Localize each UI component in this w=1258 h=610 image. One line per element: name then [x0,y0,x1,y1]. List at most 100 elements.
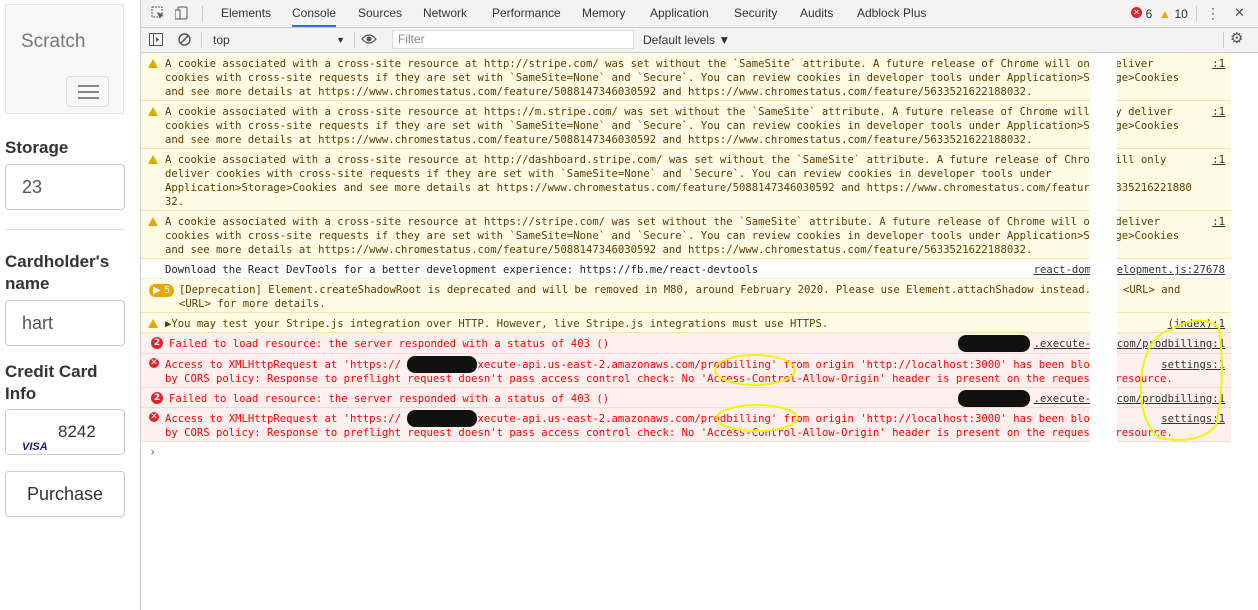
console-toolbar: top ▼ Filter Default levels ▼ ⚙ [141,28,1258,53]
redaction-mark [958,390,1030,407]
message-text: Download the React DevTools for a better… [165,264,759,276]
message-text: and see more details at https://www.chro… [165,134,1033,146]
toolbar-separator [1223,32,1224,48]
device-toolbar-icon[interactable] [174,6,189,23]
console-warning: A cookie associated with a cross-site re… [141,149,1231,211]
dropdown-arrow-icon: ▼ [336,35,345,45]
message-text: <URL> for more details. [179,298,326,310]
page-scrollbar[interactable] [1090,53,1117,610]
message-text: A cookie associated with a cross-site re… [165,216,1160,228]
message-text: cookies with cross-site requests if they… [165,72,1180,84]
context-selector[interactable]: top ▼ [205,28,345,52]
tab-audits[interactable]: Audits [800,0,833,27]
source-link[interactable]: settings:1 [1161,358,1225,372]
purchase-button[interactable]: Purchase [5,471,125,517]
source-link[interactable]: :1 [1212,215,1225,229]
divider [5,229,125,230]
card-number[interactable]: 8242 [58,410,96,454]
warning-icon: ▲ [1158,7,1171,21]
redaction-mark [407,410,477,427]
message-text[interactable]: ▶You may test your Stripe.js integration… [165,317,828,331]
tab-adblock-plus[interactable]: Adblock Plus [857,0,926,27]
source-link[interactable]: :1 [1212,57,1225,71]
context-value: top [213,33,230,47]
tab-application[interactable]: Application [650,0,709,27]
message-text: and see more details at https://www.chro… [165,244,1033,256]
console-warning: A cookie associated with a cross-site re… [141,101,1231,149]
app-panel: Scratch Storage 23 Cardholder's name har… [0,0,141,610]
message-text: Failed to load resource: the server resp… [169,338,610,350]
console-error: 2 Failed to load resource: the server re… [141,333,1231,354]
console-messages[interactable]: A cookie associated with a cross-site re… [141,53,1231,610]
console-warning: ▶You may test your Stripe.js integration… [141,313,1231,333]
tab-elements[interactable]: Elements [221,0,271,27]
error-counter[interactable]: ✕ 6 ▲ 10 [1131,7,1188,21]
console-warning: A cookie associated with a cross-site re… [141,53,1231,101]
toolbar-separator [201,32,202,48]
filter-input[interactable]: Filter [392,30,634,49]
storage-label: Storage [5,138,69,157]
console-error: 2 Failed to load resource: the server re… [141,388,1231,408]
console-error: ✕ Access to XMLHttpRequest at 'https:// … [141,408,1231,442]
repeat-count: 5 [163,285,171,296]
close-devtools-icon[interactable]: ✕ [1234,6,1245,20]
message-text: Access to XMLHttpRequest at 'https:// .e… [165,413,1116,425]
tab-performance[interactable]: Performance [492,0,561,27]
message-text: 32. [165,196,185,208]
console-warning: A cookie associated with a cross-site re… [141,211,1231,259]
hamburger-bar [78,97,99,99]
message-text: cookies with cross-site requests if they… [165,230,1180,242]
message-text: Access to XMLHttpRequest at 'https:// .e… [165,359,1116,371]
console-info: Download the React DevTools for a better… [141,259,1231,279]
gear-icon[interactable]: ⚙ [1230,31,1243,46]
warning-icon [148,217,158,226]
tab-sources[interactable]: Sources [358,0,402,27]
source-link[interactable]: .execute-a…s.com/prodbilling:1 [1034,337,1225,351]
repeat-count-badge: ▶ 5 [149,284,175,297]
menu-toggle-button[interactable] [66,76,109,107]
warning-count: 10 [1174,7,1188,21]
message-text: Application>Storage>Cookies and see more… [165,182,1192,194]
source-link[interactable]: (index):1 [1168,317,1225,331]
source-link[interactable]: .execute-a…s.com/prodbilling:1 [1034,392,1225,406]
source-link[interactable]: react-dom.development.js:27678 [1034,263,1225,277]
credit-card-label: Credit Card Info [5,362,98,403]
inspect-element-icon[interactable] [151,6,165,23]
card-element[interactable]: VISA 8242 [5,409,125,455]
message-text: A cookie associated with a cross-site re… [165,58,1154,70]
message-text: [Deprecation] Element.createShadowRoot i… [179,284,1181,296]
cardholder-input[interactable]: hart [5,300,125,346]
message-text: by CORS policy: Response to preflight re… [165,373,1173,385]
hamburger-bar [78,91,99,93]
message-text: A cookie associated with a cross-site re… [165,154,1167,166]
warning-icon [148,155,158,164]
toolbar-separator [1196,6,1197,22]
redaction-mark [958,335,1030,352]
visa-icon: VISA [22,441,48,453]
log-levels-dropdown[interactable]: Default levels ▼ [643,28,730,52]
source-link[interactable]: :1 [1212,105,1225,119]
eye-icon[interactable] [361,33,377,48]
storage-input[interactable]: 23 [5,164,125,210]
console-prompt[interactable]: › [149,445,156,459]
more-options-icon[interactable]: ⋮ [1206,6,1220,20]
console-error: ✕ Access to XMLHttpRequest at 'https:// … [141,354,1231,388]
tab-console[interactable]: Console [292,0,337,27]
redaction-mark [407,356,477,373]
tab-memory[interactable]: Memory [582,0,625,27]
navbar: Scratch [5,4,124,114]
brand-title[interactable]: Scratch [21,31,85,53]
message-text: A cookie associated with a cross-site re… [165,106,1173,118]
sidebar-toggle-icon[interactable] [149,33,163,49]
warning-icon [148,319,158,328]
tab-network[interactable]: Network [423,0,467,27]
toolbar-separator [354,32,355,48]
message-text: and see more details at https://www.chro… [165,86,1033,98]
tab-security[interactable]: Security [734,0,777,27]
devtools-tabbar: Elements Console Sources Network Perform… [141,0,1258,28]
source-link[interactable]: settings:1 [1161,412,1225,426]
source-link[interactable]: :1 [1212,153,1225,167]
clear-console-icon[interactable] [178,33,191,49]
toolbar-separator [202,6,203,22]
error-icon: ✕ [149,358,159,368]
